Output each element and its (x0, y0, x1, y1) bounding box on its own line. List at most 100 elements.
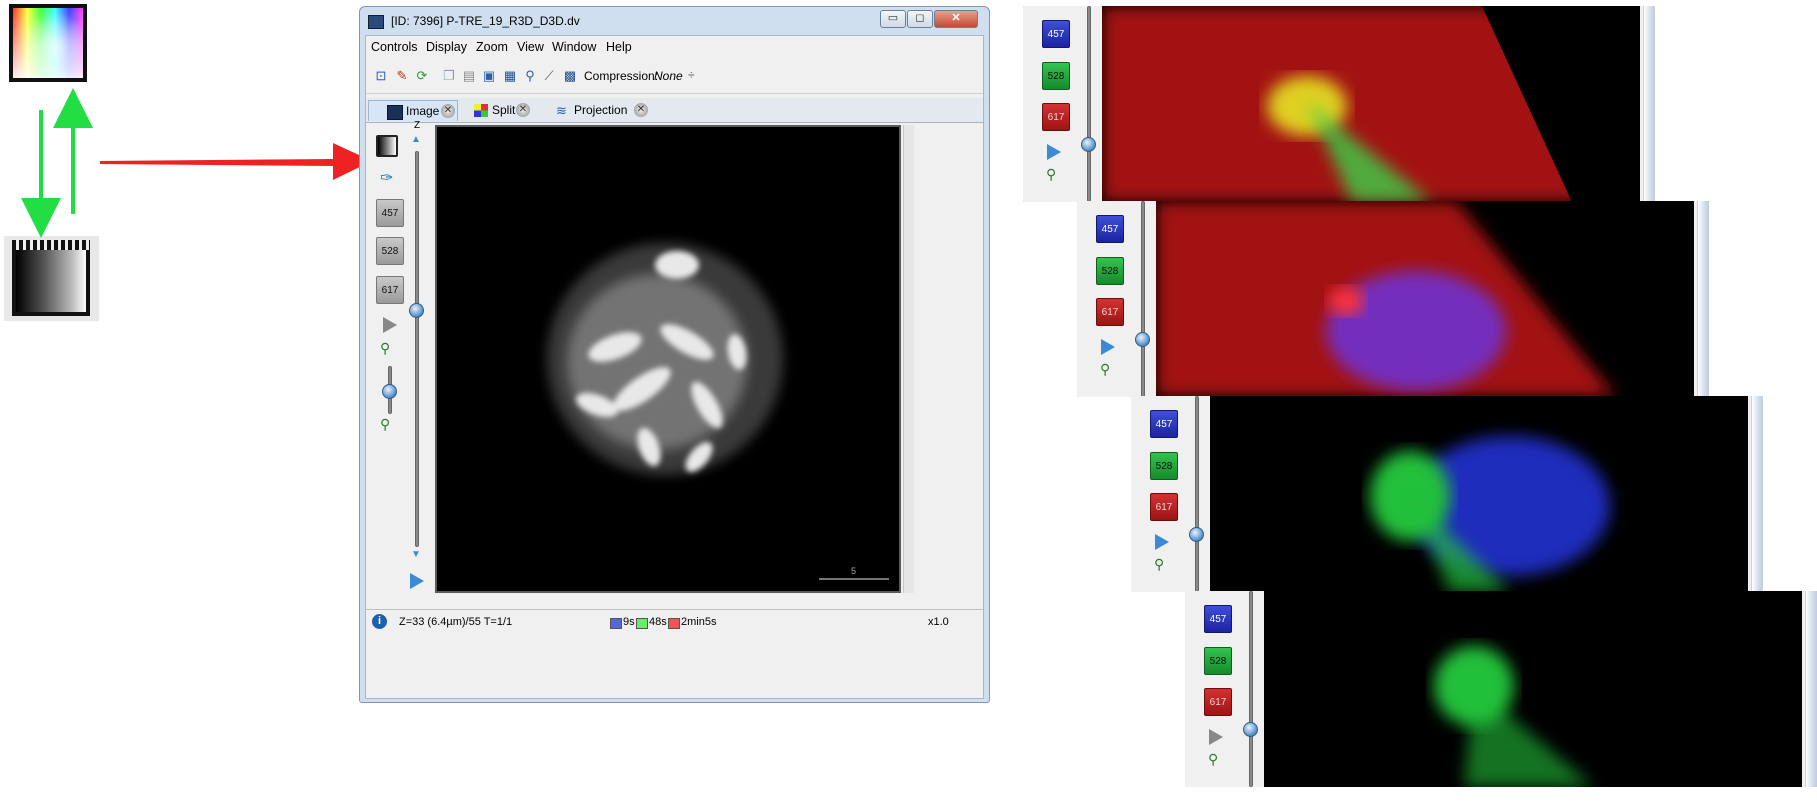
play-icon[interactable] (1101, 339, 1115, 355)
image-tab-icon (387, 105, 403, 120)
info-icon[interactable]: i (372, 614, 387, 629)
z-up-arrow-icon[interactable]: ▲ (411, 134, 421, 145)
menu-zoom[interactable]: Zoom (476, 40, 508, 54)
menu-display[interactable]: Display (426, 40, 467, 54)
channel-617-button[interactable]: 617 (376, 276, 404, 304)
zoom-in-icon[interactable]: ⚲ (380, 340, 390, 357)
window-icon (368, 15, 384, 29)
play-icon[interactable] (1209, 729, 1223, 745)
z-slider-knob[interactable] (1081, 137, 1096, 152)
zoom-in-icon[interactable]: ⚲ (1046, 166, 1056, 183)
tab-projection-close-icon[interactable]: ✕ (634, 103, 648, 117)
z-axis-label: Z (414, 120, 421, 131)
tab-split-close-icon[interactable]: ✕ (516, 103, 530, 117)
display-settings-icon[interactable]: ▩ (561, 67, 579, 85)
copy-icon[interactable]: ❐ (440, 67, 458, 85)
z-slider-knob[interactable] (1189, 527, 1204, 542)
z-slider-track[interactable] (1195, 396, 1199, 592)
channel-457-button[interactable]: 457 (1204, 605, 1232, 633)
menu-help[interactable]: Help (606, 40, 632, 54)
color-picker-icon[interactable]: ✑ (380, 168, 393, 188)
snapshot-scrollbar[interactable] (1751, 396, 1763, 592)
menu-controls[interactable]: Controls (371, 40, 418, 54)
snapshot-green-blue: 457 528 617 ⚲ (1131, 396, 1763, 592)
channel-1-exposure: 9s (623, 616, 635, 628)
grayscale-toggle-button[interactable] (376, 135, 398, 157)
channel-528-button[interactable]: 528 (1042, 62, 1070, 90)
z-slider-knob[interactable] (1135, 332, 1150, 347)
tab-projection[interactable]: ≋ Projection ✕ (556, 100, 654, 121)
movie-icon[interactable]: ▦ (501, 67, 519, 85)
measure-icon[interactable]: ⟋ (540, 67, 558, 85)
edit-icon[interactable]: ✎ (393, 67, 411, 85)
image-canvas[interactable]: 5 (435, 125, 901, 593)
z-slider-track[interactable] (415, 151, 419, 547)
zoom-out-icon[interactable]: ⚲ (380, 416, 390, 433)
play-icon[interactable] (1155, 534, 1169, 550)
zoom-level: x1.0 (928, 616, 949, 628)
snapshot-red-green: 457 528 617 ⚲ (1023, 6, 1655, 202)
z-slider-track[interactable] (1249, 591, 1253, 787)
z-slider-knob[interactable] (409, 303, 424, 318)
tab-bar: Image ✕ Split ✕ ≋ Projection ✕ (366, 98, 983, 123)
channel-528-button[interactable]: 528 (1096, 257, 1124, 285)
search-icon[interactable]: ⚲ (521, 67, 539, 85)
channel-528-button[interactable]: 528 (1204, 647, 1232, 675)
channel-617-button[interactable]: 617 (1042, 103, 1070, 131)
snapshot-scrollbar[interactable] (1697, 201, 1709, 397)
channel-457-button[interactable]: 457 (1042, 20, 1070, 48)
tab-image[interactable]: Image ✕ (368, 100, 458, 121)
red-green-composite-image (1102, 6, 1640, 202)
channel-617-button[interactable]: 617 (1150, 493, 1178, 521)
compression-dropdown-arrow[interactable]: ÷ (688, 68, 695, 82)
green-blue-composite-image (1210, 396, 1748, 592)
fit-icon[interactable]: ⊡ (372, 67, 390, 85)
tab-split[interactable]: Split ✕ (474, 100, 536, 121)
channel-617-button[interactable]: 617 (1204, 688, 1232, 716)
snapshot-scrollbar[interactable] (1643, 6, 1655, 202)
play-icon[interactable] (383, 317, 397, 333)
projection-tab-icon: ≋ (556, 103, 567, 118)
z-slider-knob[interactable] (1243, 722, 1258, 737)
save-icon[interactable]: ▣ (480, 67, 498, 85)
channel-617-button[interactable]: 617 (1096, 298, 1124, 326)
menu-window[interactable]: Window (552, 40, 596, 54)
channel-457-button[interactable]: 457 (1150, 410, 1178, 438)
red-blue-composite-image (1156, 201, 1694, 397)
status-bar: i Z=33 (6.4µm)/55 T=1/1 9s 48s 2min5s x1… (366, 609, 983, 634)
menu-view[interactable]: View (517, 40, 544, 54)
z-down-arrow-icon[interactable]: ▼ (411, 549, 421, 560)
grayscale-nucleus-image (547, 243, 889, 580)
tab-image-label: Image (406, 104, 440, 118)
zoom-in-icon[interactable]: ⚲ (1154, 556, 1164, 573)
pointer-arrow (100, 143, 372, 180)
zoom-slider-knob[interactable] (382, 384, 397, 399)
snapshot-red-blue: 457 528 617 ⚲ (1077, 201, 1709, 397)
snapshot-green: 457 528 617 ⚲ (1185, 591, 1817, 787)
snapshot-scrollbar[interactable] (1805, 591, 1817, 787)
channel-528-button[interactable]: 528 (376, 237, 404, 265)
vertical-scrollbar[interactable] (903, 125, 914, 593)
tab-image-close-icon[interactable]: ✕ (441, 104, 455, 118)
channel-528-button[interactable]: 528 (1150, 452, 1178, 480)
channel-457-button[interactable]: 457 (376, 199, 404, 227)
play-icon[interactable] (1047, 144, 1061, 160)
tab-projection-label: Projection (574, 103, 628, 117)
zoom-in-icon[interactable]: ⚲ (1208, 751, 1218, 768)
zoom-in-icon[interactable]: ⚲ (1100, 361, 1110, 378)
paste-icon[interactable]: ▤ (460, 67, 478, 85)
z-slider-track[interactable] (1087, 6, 1091, 202)
channel-3-swatch (668, 618, 680, 629)
minimize-button[interactable]: ▭ (880, 10, 906, 28)
channel-457-button[interactable]: 457 (1096, 215, 1124, 243)
refresh-icon[interactable]: ⟳ (413, 67, 431, 85)
title-bar[interactable]: [ID: 7396] P-TRE_19_R3D_D3D.dv ▭ ◻ ✕ (360, 7, 989, 33)
z-slider-track[interactable] (1141, 201, 1145, 397)
compression-value[interactable]: None (654, 69, 683, 83)
close-button[interactable]: ✕ (934, 10, 978, 28)
z-play-icon[interactable] (410, 573, 424, 589)
maximize-button[interactable]: ◻ (907, 10, 933, 28)
window-title: [ID: 7396] P-TRE_19_R3D_D3D.dv (391, 14, 580, 28)
green-composite-image (1264, 591, 1802, 787)
channel-panel: ✑ 457 528 617 ⚲ ⚲ Z ▲ ▼ (366, 120, 435, 662)
